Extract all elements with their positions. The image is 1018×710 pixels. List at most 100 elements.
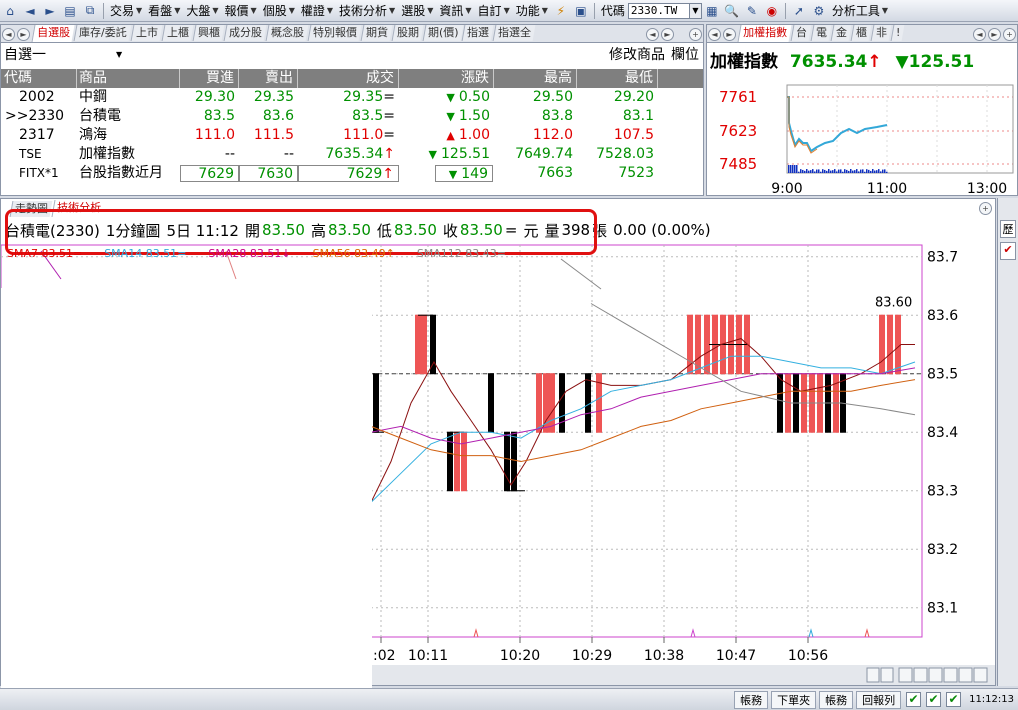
search-icon[interactable]: 🔍 (723, 2, 741, 20)
scroll-left-button (866, 667, 880, 683)
tab-0[interactable]: 自選股 (31, 25, 75, 42)
modify-products-button[interactable]: 修改商品 (609, 44, 665, 64)
index-tab-5[interactable]: 非 (870, 25, 892, 41)
tab-label: 指選 (467, 26, 490, 39)
index-tab-3[interactable]: 金 (830, 25, 852, 41)
checkbox-2[interactable]: ✔ (926, 692, 942, 707)
table-row[interactable]: TSE 加權指數 -- -- 7635.34↑ ▼ 125.51 7649.74 7528.03 (1, 145, 703, 164)
tab-scroll-right-button[interactable]: ► (661, 28, 674, 41)
account-button[interactable]: 帳務 (734, 690, 769, 709)
forward-icon[interactable]: ► (41, 2, 59, 20)
menu-functions[interactable]: 功能 ▼ (513, 1, 551, 21)
print-icon[interactable]: ▤ (61, 2, 79, 20)
candle (511, 431, 517, 492)
ma-legend-item: SMA56 83.49↑ (313, 247, 395, 260)
table-row[interactable]: 2002 中鋼 29.30 29.35 29.35= ▼ 0.50 29.50 29.20 (1, 88, 703, 107)
popout-icon[interactable]: ⧉ (81, 2, 99, 20)
lightning-icon[interactable]: ⚡ (552, 2, 570, 20)
quote-board-icon[interactable]: ▦ (703, 2, 721, 20)
gear-icon[interactable]: ⚙ (810, 2, 828, 20)
index-tab-1[interactable]: 台 (790, 25, 812, 41)
index-volume-bar (802, 169, 804, 173)
header-code[interactable]: 代碼 (1, 69, 77, 88)
index-tab-2[interactable]: 電 (810, 25, 832, 41)
tab-label: 特別報價 (312, 26, 357, 39)
tab-next-button[interactable]: ► (723, 28, 736, 41)
header-bid[interactable]: 買進 (180, 69, 239, 88)
tab-8[interactable]: 期貨 (360, 25, 393, 41)
header-ask[interactable]: 賣出 (239, 69, 298, 88)
header-low[interactable]: 最低 (577, 69, 658, 88)
tab-7[interactable]: 特別報價 (307, 25, 362, 41)
menu-watch[interactable]: 看盤 ▼ (145, 1, 183, 21)
index-tab-0[interactable]: 加權指數 (737, 25, 792, 42)
tab-next-button[interactable]: ► (17, 28, 30, 41)
group-name[interactable]: 自選一 (4, 44, 46, 64)
table-row[interactable]: 2317 鴻海 111.0 111.5 111.0= ▲ 1.00 112.0 107.5 (1, 126, 703, 145)
chart-tool-icon (943, 667, 958, 683)
back-icon[interactable]: ◄ (21, 2, 39, 20)
index-tab-6[interactable]: ! (890, 25, 905, 41)
report-bar-button[interactable]: 回報列 (856, 690, 902, 709)
index-volume-bar (884, 169, 886, 173)
menu-analysis-tools[interactable]: 分析工具 ▼ (829, 1, 891, 21)
app-window: ⌂ ◄ ► ▤ ⧉ 交易 ▼ 看盤 ▼ 大盤 ▼ 報價 ▼ 個股 ▼ 權證 ▼ 技術分析 ▼ … (0, 0, 1018, 710)
tab-4[interactable]: 興櫃 (192, 25, 225, 41)
code-dropdown-button[interactable]: ▼ (689, 2, 702, 19)
columns-button[interactable]: 欄位 (671, 44, 699, 64)
clock: 11:12:13 (969, 694, 1014, 705)
tab-11[interactable]: 指選 (461, 25, 494, 41)
x-tick-label: 10:47 (716, 648, 756, 664)
tab-3[interactable]: 上櫃 (161, 25, 194, 41)
checkbox-3[interactable]: ✔ (946, 692, 962, 707)
tab-6[interactable]: 概念股 (265, 25, 309, 41)
table-row[interactable]: >>2330 台積電 83.5 83.6 83.5= ▼ 1.50 83.8 83.1 (1, 107, 703, 126)
candle (461, 431, 467, 492)
header-change[interactable]: 漲跌 (399, 69, 494, 88)
cell-low: 7523 (618, 165, 654, 181)
header-high[interactable]: 最高 (494, 69, 577, 88)
tab-2[interactable]: 上市 (130, 25, 163, 41)
menu-info[interactable]: 資訊 ▼ (436, 1, 474, 21)
tab-9[interactable]: 股期 (391, 25, 424, 41)
index-volume-bar (864, 171, 866, 173)
tab-scroll-left-button[interactable]: ◄ (646, 28, 659, 41)
checkbox-1[interactable]: ✔ (906, 692, 922, 707)
tab-10[interactable]: 期(價) (422, 25, 463, 41)
tab-prev-button[interactable]: ◄ (708, 28, 721, 41)
home-icon[interactable]: ⌂ (1, 2, 19, 20)
menu-trade[interactable]: 交易 ▼ (107, 1, 145, 21)
menu-custom[interactable]: 自訂 ▼ (475, 1, 513, 21)
index-volume-bar (804, 170, 806, 173)
table-row[interactable]: FITX*1 台股指數近月 7629 7630 7629↑ ▼ 149 7663 7523 (1, 164, 703, 183)
header-name[interactable]: 商品 (77, 69, 180, 88)
stock-code-input[interactable] (627, 2, 690, 19)
history-button[interactable]: 歷 (1000, 220, 1016, 238)
order-folder-button[interactable]: 下單夾 (771, 690, 817, 709)
tab-5[interactable]: 成分股 (223, 25, 267, 41)
menu-quotes[interactable]: 報價 ▼ (222, 1, 260, 21)
tab-prev-button[interactable]: ◄ (2, 28, 15, 41)
notepad-icon[interactable]: ▣ (572, 2, 590, 20)
account-button-2[interactable]: 帳務 (819, 690, 854, 709)
menu-market[interactable]: 大盤 ▼ (183, 1, 221, 21)
cursor-icon[interactable]: ➚ (790, 2, 808, 20)
menu-label: 權證 (300, 4, 325, 18)
menu-technical[interactable]: 技術分析 ▼ (336, 1, 398, 21)
menu-screener[interactable]: 選股 ▼ (398, 1, 436, 21)
menu-warrants[interactable]: 權證 ▼ (298, 1, 336, 21)
zoom-icon[interactable]: + (1003, 28, 1016, 41)
menu-stocks[interactable]: 個股 ▼ (260, 1, 298, 21)
ma-legend-item: SMA7 83.51= (7, 247, 82, 260)
alert-icon[interactable]: ◉ (763, 2, 781, 20)
tab-1[interactable]: 庫存/委託 (73, 25, 132, 41)
tab-scroll-left-button[interactable]: ◄ (973, 28, 986, 41)
check-icon[interactable]: ✔ (1000, 242, 1016, 260)
tab-scroll-right-button[interactable]: ► (988, 28, 1001, 41)
tab-12[interactable]: 指選全 (492, 25, 536, 41)
index-tab-4[interactable]: 櫃 (850, 25, 872, 41)
tools-icon[interactable]: ✎ (743, 2, 761, 20)
header-last[interactable]: 成交 (298, 69, 399, 88)
chevron-down-icon[interactable]: ▼ (116, 50, 122, 59)
zoom-icon[interactable]: + (689, 28, 702, 41)
